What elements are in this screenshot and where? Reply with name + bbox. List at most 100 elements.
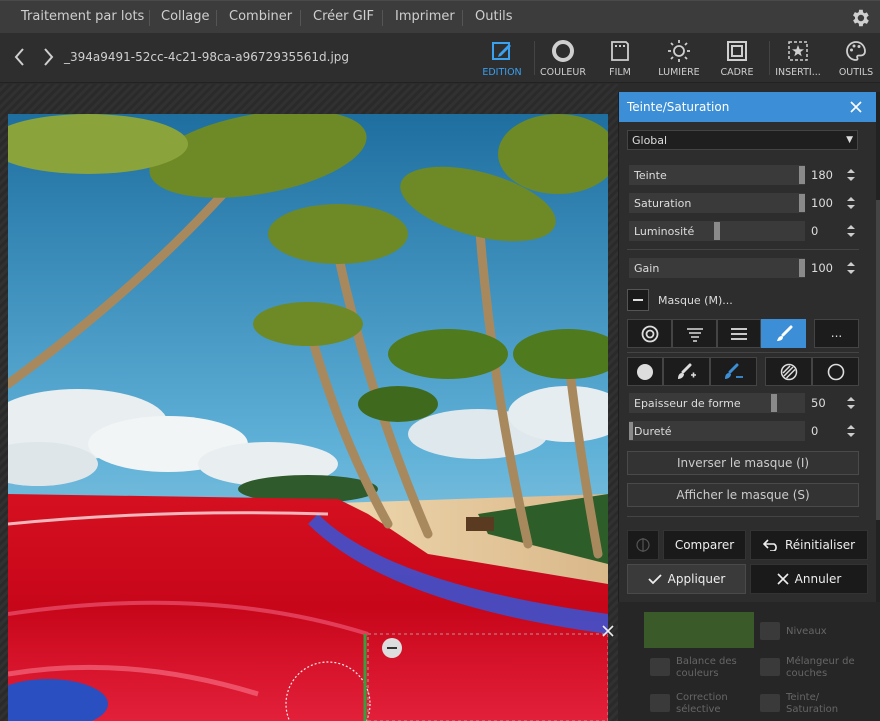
brush-outline-button[interactable] — [812, 357, 859, 386]
hardness-slider[interactable]: Dureté — [629, 421, 805, 441]
hue-slider[interactable]: Teinte — [629, 165, 805, 185]
menu-collage[interactable]: Collage — [161, 9, 209, 24]
menu-batch[interactable]: Traitement par lots — [21, 9, 144, 24]
tool-label: INSERTI... — [775, 67, 821, 78]
selective-correction-label[interactable]: Correction sélective — [676, 692, 746, 716]
menu-separator — [300, 10, 301, 26]
tool-lumiere[interactable]: LUMIÈRE — [649, 36, 709, 80]
menu-combine[interactable]: Combiner — [229, 9, 292, 24]
close-icon[interactable] — [601, 624, 615, 638]
gain-slider[interactable]: Gain — [629, 258, 805, 278]
tool-tile-curves[interactable] — [644, 612, 754, 648]
saturation-label: Saturation — [634, 197, 692, 210]
menu-create-gif[interactable]: Créer GIF — [313, 9, 374, 24]
cancel-label: Annuler — [794, 572, 842, 586]
luminosity-slider[interactable]: Luminosité — [629, 221, 805, 241]
gain-slider-handle[interactable] — [799, 259, 805, 277]
compare-button[interactable]: Comparer — [663, 530, 746, 560]
radial-mask-button[interactable] — [627, 319, 672, 348]
show-mask-button[interactable]: Afficher le masque (S) — [627, 483, 859, 507]
panel-header: Teinte/Saturation — [619, 92, 877, 122]
linear-mask-button[interactable] — [672, 319, 717, 348]
hue-spinner-icon[interactable] — [846, 168, 856, 182]
brush-shape-button[interactable] — [627, 357, 663, 386]
invert-mask-button[interactable]: Inverser le masque (I) — [627, 451, 859, 475]
brush-size-slider[interactable]: Epaisseur de forme — [629, 393, 805, 413]
next-image-icon[interactable] — [40, 46, 56, 68]
divider — [627, 249, 859, 250]
hardness-slider-handle[interactable] — [629, 422, 633, 440]
brush-hatch-button[interactable] — [765, 357, 812, 386]
canvas-area[interactable] — [0, 84, 618, 721]
hardness-spinner-icon[interactable] — [846, 424, 856, 438]
tool-cadre[interactable]: CADRE — [707, 36, 767, 80]
channel-select-value: Global — [632, 134, 668, 147]
hatched-circle-icon — [780, 363, 797, 380]
reset-label: Réinitialiser — [784, 538, 856, 552]
filter-lines-icon — [686, 327, 703, 342]
band-mask-button[interactable] — [717, 319, 761, 348]
brush-erase-button[interactable] — [710, 357, 757, 386]
levels-label[interactable]: Niveaux — [786, 626, 827, 638]
apply-label: Appliquer — [667, 572, 726, 586]
hue-slider-handle[interactable] — [799, 166, 805, 184]
apply-button[interactable]: Appliquer — [627, 564, 746, 594]
split-compare-icon — [636, 538, 650, 552]
zoom-out-icon[interactable] — [382, 638, 402, 658]
cancel-button[interactable]: Annuler — [750, 564, 868, 594]
saturation-value[interactable]: 100 — [811, 193, 841, 213]
layer-mixer-label[interactable]: Mélangeur de couches — [786, 656, 866, 680]
split-view-button[interactable] — [627, 530, 659, 560]
brush-add-button[interactable] — [663, 357, 710, 386]
mask-collapse-button[interactable] — [627, 289, 649, 311]
tool-label: EDITION — [482, 67, 522, 78]
tool-couleur[interactable]: COULEUR — [533, 36, 593, 80]
brush-size-label: Epaisseur de forme — [634, 397, 741, 410]
tool-label: CADRE — [720, 67, 754, 78]
tool-film[interactable]: FILM — [590, 36, 650, 80]
color-circle-icon — [552, 40, 574, 62]
gear-icon[interactable] — [849, 7, 871, 29]
layer-mixer-icon — [760, 658, 780, 676]
brush-mask-button[interactable] — [761, 319, 806, 348]
menu-print[interactable]: Imprimer — [395, 9, 455, 24]
frame-icon — [727, 41, 747, 61]
previous-image-icon[interactable] — [12, 46, 28, 68]
luminosity-label: Luminosité — [634, 225, 695, 238]
tool-label: FILM — [609, 67, 631, 78]
undo-icon — [762, 539, 777, 552]
reset-button[interactable]: Réinitialiser — [750, 530, 868, 560]
panel-scrollbar-thumb[interactable] — [876, 200, 880, 520]
hardness-value[interactable]: 0 — [811, 421, 841, 441]
channel-select[interactable]: Global ▼ — [627, 130, 858, 150]
tool-label: LUMIÈRE — [658, 67, 700, 78]
hardness-label: Dureté — [634, 425, 672, 438]
luminosity-value[interactable]: 0 — [811, 221, 841, 241]
close-icon[interactable] — [848, 99, 864, 115]
checkmark-icon — [648, 574, 662, 585]
brush-size-value[interactable]: 50 — [811, 393, 841, 413]
tool-edition[interactable]: EDITION — [472, 36, 532, 80]
tool-label: COULEUR — [540, 67, 586, 78]
gain-label: Gain — [634, 262, 660, 275]
brush-size-slider-handle[interactable] — [771, 394, 777, 412]
color-balance-label[interactable]: Balance des couleurs — [676, 656, 746, 680]
menu-separator — [216, 10, 217, 26]
tool-insertion[interactable]: INSERTI... — [768, 36, 828, 80]
gain-value[interactable]: 100 — [811, 258, 841, 278]
gain-spinner-icon[interactable] — [846, 261, 856, 275]
saturation-spinner-icon[interactable] — [846, 196, 856, 210]
photo-preview[interactable] — [8, 114, 608, 721]
luminosity-slider-handle[interactable] — [714, 222, 720, 240]
menu-tools[interactable]: Outils — [475, 9, 513, 24]
luminosity-spinner-icon[interactable] — [846, 224, 856, 238]
film-icon — [611, 41, 629, 61]
tool-outils[interactable]: OUTILS — [826, 36, 880, 80]
hue-label: Teinte — [634, 169, 667, 182]
hue-value[interactable]: 180 — [811, 165, 841, 185]
saturation-slider[interactable]: Saturation — [629, 193, 805, 213]
more-options-button[interactable]: ... — [814, 319, 859, 348]
saturation-slider-handle[interactable] — [799, 194, 805, 212]
brush-size-spinner-icon[interactable] — [846, 396, 856, 410]
hue-saturation-label[interactable]: Teinte/ Saturation — [786, 692, 856, 716]
